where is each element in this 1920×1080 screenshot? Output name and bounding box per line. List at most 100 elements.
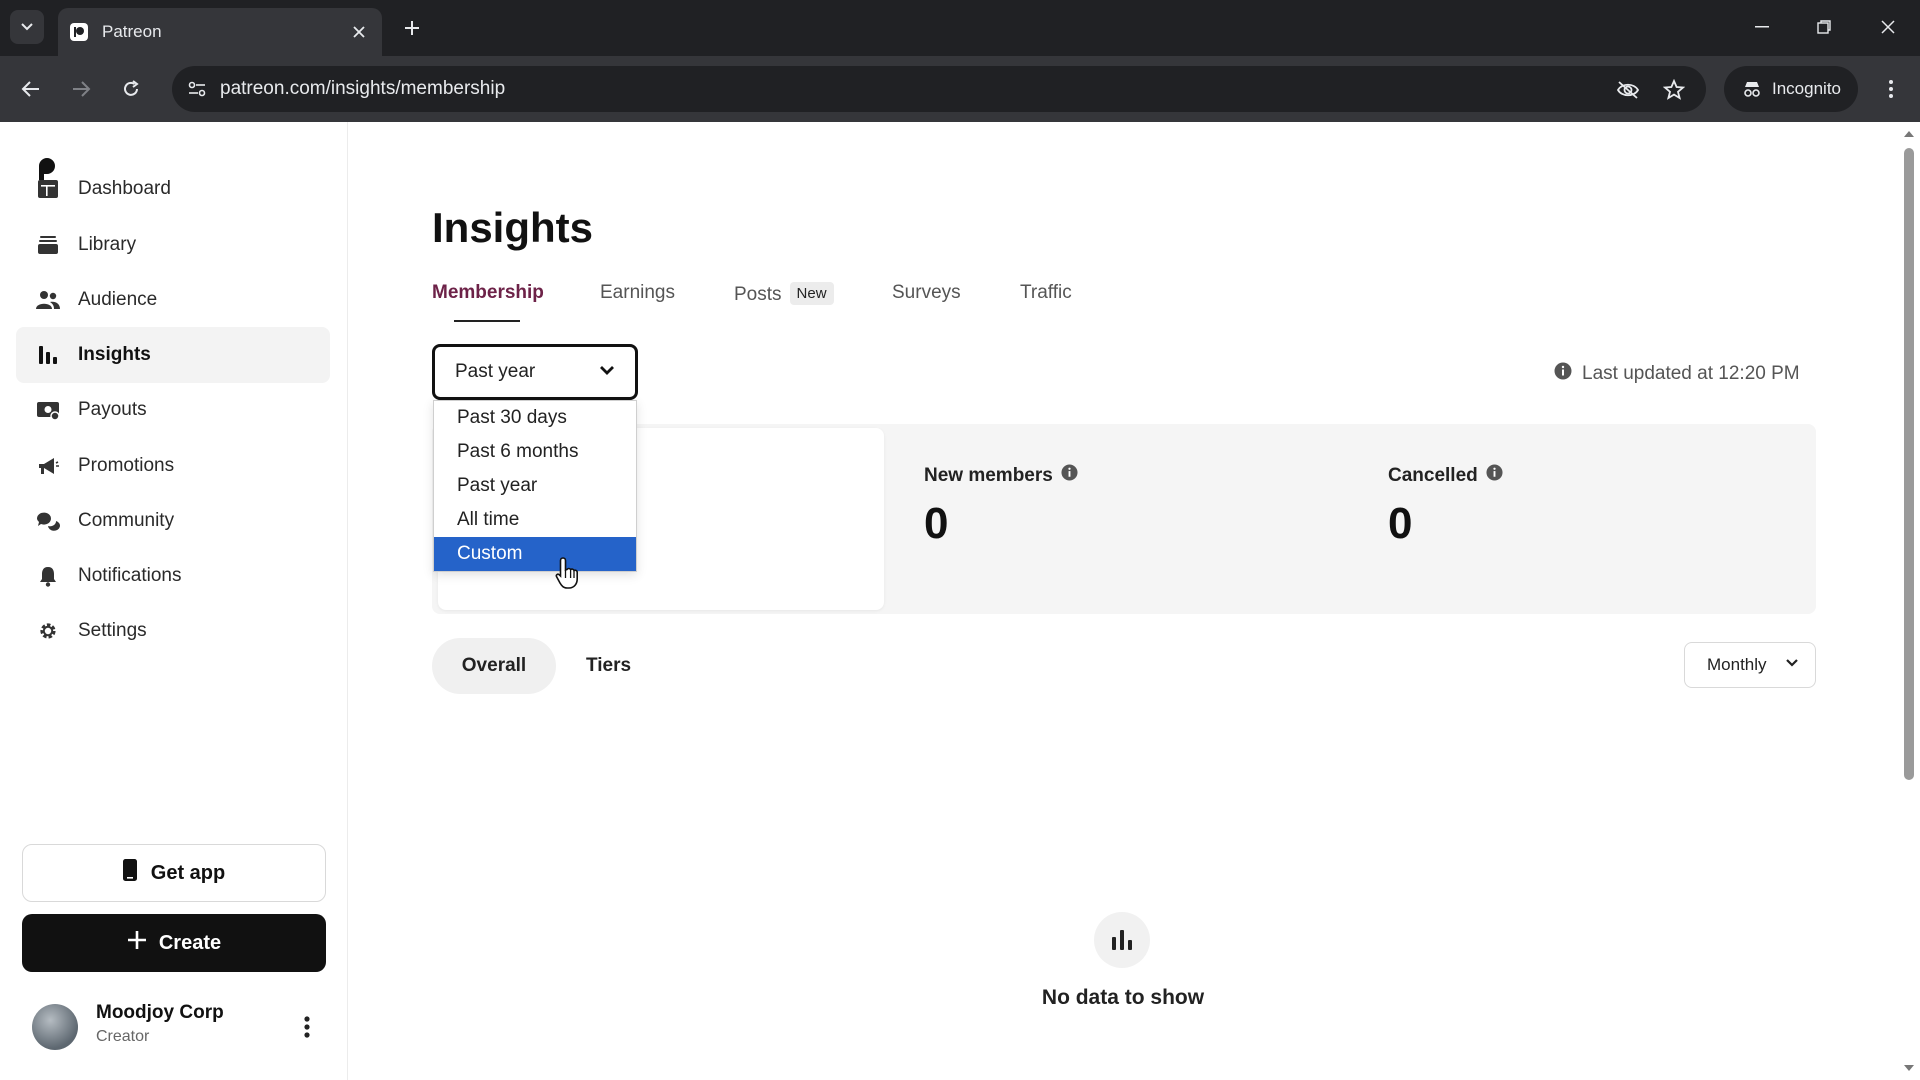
create-label: Create: [158, 931, 222, 954]
info-icon: [1554, 362, 1572, 386]
incognito-indicator[interactable]: Incognito: [1724, 66, 1858, 112]
plus-icon: [127, 930, 147, 956]
tab-surveys[interactable]: Surveys: [892, 282, 961, 304]
stat-label: New members: [924, 464, 1053, 486]
minimize-icon[interactable]: [1742, 10, 1782, 44]
dashboard-icon: [36, 177, 60, 201]
tab-membership[interactable]: Membership: [432, 282, 544, 304]
segment-tiers[interactable]: Tiers: [586, 638, 631, 694]
create-button[interactable]: Create: [22, 914, 326, 972]
last-updated: Last updated at 12:20 PM: [1554, 362, 1800, 386]
sidebar-item-label: Payouts: [78, 399, 147, 420]
profile-name: Moodjoy Corp: [96, 1002, 224, 1023]
url-text: patreon.com/insights/membership: [220, 78, 506, 99]
address-bar[interactable]: patreon.com/insights/membership: [172, 66, 1706, 112]
sidebar-item-promotions[interactable]: Promotions: [16, 438, 330, 494]
bookmark-star-icon[interactable]: [1660, 76, 1688, 104]
tab-search-button[interactable]: [10, 10, 44, 44]
sidebar-item-notifications[interactable]: Notifications: [16, 548, 330, 604]
close-window-icon[interactable]: [1868, 10, 1908, 44]
browser-menu-icon[interactable]: [1876, 74, 1906, 104]
tab-title: Patreon: [102, 22, 162, 41]
back-icon[interactable]: [14, 72, 48, 106]
incognito-icon: [1744, 82, 1760, 97]
info-icon[interactable]: [1061, 464, 1078, 487]
megaphone-icon: [36, 454, 60, 478]
sidebar-item-label: Promotions: [78, 455, 175, 476]
sidebar-item-label: Notifications: [78, 565, 182, 586]
bell-icon: [36, 564, 60, 588]
stat-value: 0: [924, 499, 949, 548]
new-tab-icon[interactable]: [398, 14, 426, 42]
tab-posts[interactable]: Posts New: [734, 282, 834, 306]
chevron-down-icon: [600, 366, 614, 375]
sidebar-item-settings[interactable]: Settings: [16, 603, 330, 659]
active-tab-underline: [454, 320, 520, 322]
option-custom[interactable]: Custom: [434, 537, 636, 571]
sidebar-item-audience[interactable]: Audience: [16, 272, 330, 328]
get-app-button[interactable]: Get app: [22, 844, 326, 902]
phone-icon: [122, 859, 137, 887]
date-range-value: Past year: [455, 361, 536, 382]
tab-traffic[interactable]: Traffic: [1020, 282, 1072, 304]
interval-select[interactable]: Monthly: [1684, 642, 1816, 688]
bar-chart-icon: [1094, 912, 1150, 968]
sidebar-item-library[interactable]: Library: [16, 217, 330, 273]
gear-icon: [36, 619, 60, 643]
option-past-6-months[interactable]: Past 6 months: [434, 435, 636, 469]
segment-overall[interactable]: Overall: [432, 638, 556, 694]
chat-icon: [36, 509, 60, 533]
stat-new-members: New members 0: [924, 464, 1078, 549]
scrollbar-thumb[interactable]: [1904, 148, 1914, 780]
sidebar-item-label: Community: [78, 510, 175, 531]
empty-state-text: No data to show: [1041, 986, 1205, 1009]
date-range-dropdown: Past 30 days Past 6 months Past year All…: [433, 400, 637, 572]
sidebar-item-label: Audience: [78, 289, 158, 310]
option-past-30-days[interactable]: Past 30 days: [434, 401, 636, 435]
browser-toolbar: patreon.com/insights/membership Incognit…: [0, 56, 1920, 122]
last-updated-text: Last updated at 12:20 PM: [1582, 363, 1800, 384]
page-title: Insights: [432, 204, 594, 251]
avatar: [32, 1004, 78, 1050]
profile[interactable]: Moodjoy Corp Creator: [32, 998, 332, 1058]
close-tab-icon[interactable]: [348, 21, 370, 43]
profile-role: Creator: [96, 1028, 150, 1045]
date-range-select[interactable]: Past year: [432, 344, 638, 400]
more-options-icon[interactable]: [294, 1012, 320, 1042]
stat-cancelled: Cancelled 0: [1388, 464, 1503, 549]
browser-tab-bar: Patreon: [0, 0, 1920, 56]
scroll-down-icon[interactable]: [1903, 1062, 1915, 1074]
sidebar-item-payouts[interactable]: Payouts: [16, 382, 330, 438]
incognito-label: Incognito: [1772, 79, 1841, 98]
restore-icon[interactable]: [1804, 10, 1844, 44]
chevron-down-icon: [21, 23, 33, 31]
sidebar-item-insights[interactable]: Insights: [16, 327, 330, 383]
audience-icon: [36, 288, 60, 312]
stat-value: 0: [1388, 499, 1413, 548]
site-info-icon[interactable]: [184, 76, 210, 102]
sidebar-item-label: Insights: [78, 344, 151, 365]
scroll-up-icon[interactable]: [1903, 128, 1915, 140]
option-all-time[interactable]: All time: [434, 503, 636, 537]
new-badge: New: [789, 282, 834, 305]
page-scrollbar[interactable]: [1898, 122, 1920, 1080]
stat-label: Cancelled: [1388, 464, 1478, 486]
insights-icon: [36, 343, 60, 367]
patreon-favicon-icon: [70, 23, 88, 41]
get-app-label: Get app: [150, 861, 226, 884]
hand-cursor-icon: [554, 556, 582, 590]
reload-icon[interactable]: [114, 72, 148, 106]
option-past-year[interactable]: Past year: [434, 469, 636, 503]
sidebar-item-label: Dashboard: [78, 178, 171, 199]
payouts-icon: [36, 398, 60, 422]
forward-icon[interactable]: [64, 72, 98, 106]
browser-tab[interactable]: Patreon: [58, 8, 382, 56]
info-icon[interactable]: [1486, 464, 1503, 487]
sidebar: Dashboard Library Audience Insights Payo…: [0, 122, 348, 1080]
sidebar-item-community[interactable]: Community: [16, 493, 330, 549]
eye-off-icon[interactable]: [1614, 76, 1642, 104]
sidebar-item-label: Library: [78, 234, 137, 255]
sidebar-item-dashboard[interactable]: Dashboard: [16, 161, 330, 217]
sidebar-item-label: Settings: [78, 620, 147, 641]
tab-earnings[interactable]: Earnings: [600, 282, 675, 304]
